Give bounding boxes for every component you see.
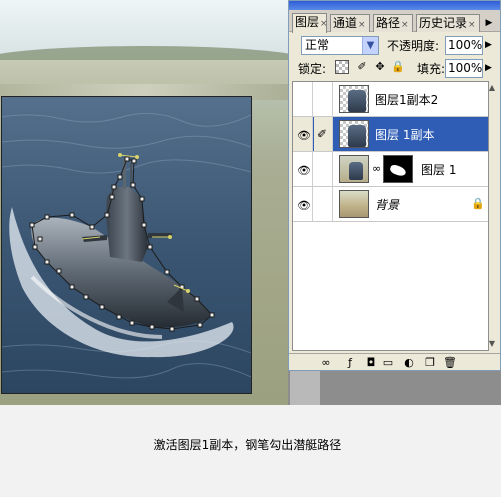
trash-icon[interactable]: 🗑 — [443, 356, 457, 369]
layers-panel-footer: ∞ ƒ ◘ ▭ ◐ ❐ 🗑 — [289, 353, 500, 370]
eye-icon: 👁 — [297, 199, 311, 212]
chevron-down-icon[interactable]: ▼ — [362, 37, 378, 54]
blend-mode-row: 正常 ▼ 不透明度: 100% ▶ — [295, 36, 495, 55]
visibility-toggle[interactable]: 👁 — [293, 152, 313, 186]
lock-brush-icon[interactable]: ✐ — [355, 60, 369, 74]
new-layer-icon[interactable]: ❐ — [423, 356, 437, 369]
submarine-photo-layer[interactable] — [2, 97, 251, 393]
layer-name: 图层1副本2 — [375, 93, 439, 107]
panel-title-strip[interactable] — [289, 1, 500, 10]
layer-name: 背景 — [375, 198, 400, 212]
layer-style-icon[interactable]: ƒ — [343, 356, 357, 369]
eye-icon: 👁 — [297, 164, 311, 177]
lock-label: 锁定: — [298, 62, 327, 76]
visibility-toggle[interactable]: 👁 — [293, 117, 313, 151]
layer-link-cell[interactable] — [314, 82, 333, 116]
caption-text: 激活图层1副本，钢笔勾出潜艇路径 — [0, 436, 501, 453]
fill-slider-arrow-icon[interactable]: ▶ — [485, 63, 492, 73]
tab-channels-label: 通道 — [333, 16, 358, 30]
close-icon[interactable]: × — [468, 20, 476, 30]
layer-row-copy[interactable]: 👁 ✐ 图层 1副本 — [293, 117, 488, 152]
tab-channels[interactable]: 通道× — [330, 14, 370, 32]
tab-history-label: 历史记录 — [419, 16, 468, 30]
close-icon[interactable]: × — [358, 20, 366, 30]
blend-mode-select[interactable]: 正常 ▼ — [301, 36, 379, 55]
layer-name: 图层 1 — [421, 163, 457, 177]
lock-icon: 🔒 — [471, 197, 485, 210]
link-layers-icon[interactable]: ∞ — [319, 356, 333, 369]
fill-label: 填充: — [417, 62, 446, 76]
close-icon[interactable]: × — [320, 19, 328, 29]
caption-label: 激活图层1副本，钢笔勾出潜艇路径 — [153, 438, 342, 452]
panel-tab-bar: 图层× 通道× 路径× 历史记录× ▶ — [289, 10, 500, 33]
tab-layers[interactable]: 图层× — [292, 13, 328, 33]
opacity-label: 不透明度: — [387, 39, 440, 53]
layer-list: 图层1副本2 👁 ✐ 图层 1副本 👁 ∞ 图层 1 👁 背景 🔒 — [292, 81, 489, 351]
tab-layers-label: 图层 — [295, 15, 320, 29]
scroll-up-icon[interactable]: ▲ — [486, 83, 498, 93]
layer-link-cell[interactable] — [314, 187, 333, 221]
lock-move-icon[interactable]: ✥ — [373, 60, 387, 74]
document-canvas[interactable] — [0, 0, 290, 405]
eye-icon: 👁 — [297, 129, 311, 142]
lock-transparency-icon[interactable] — [335, 60, 349, 74]
chain-icon[interactable]: ∞ — [372, 162, 381, 175]
layer-row-copy-2[interactable]: 图层1副本2 — [293, 82, 488, 117]
blend-mode-value: 正常 — [305, 38, 330, 52]
layer-thumbnail — [339, 155, 369, 183]
layer-link-cell[interactable] — [314, 152, 333, 186]
layer-row-1[interactable]: 👁 ∞ 图层 1 — [293, 152, 488, 187]
visibility-toggle[interactable] — [293, 82, 313, 116]
opacity-input[interactable]: 100% — [445, 36, 483, 55]
brush-icon: ✐ — [317, 127, 328, 141]
new-group-icon[interactable]: ▭ — [381, 356, 395, 369]
layer-row-background[interactable]: 👁 背景 🔒 — [293, 187, 488, 222]
layers-panel: 图层× 通道× 路径× 历史记录× ▶ 正常 ▼ 不透明度: 100% ▶ 锁定… — [288, 0, 501, 371]
lock-row: 锁定: ✐ ✥ 🔒 填充: 100% ▶ — [295, 59, 495, 78]
tab-paths-label: 路径 — [376, 16, 401, 30]
tab-history[interactable]: 历史记录× — [416, 14, 480, 32]
lock-all-icon[interactable]: 🔒 — [391, 60, 405, 74]
visibility-toggle[interactable]: 👁 — [293, 187, 313, 221]
layer-thumbnail — [339, 190, 369, 218]
layer-link-cell[interactable]: ✐ — [314, 117, 333, 151]
add-mask-icon[interactable]: ◘ — [364, 356, 378, 369]
workspace-background-edge — [290, 371, 320, 405]
fill-input[interactable]: 100% — [445, 59, 483, 78]
scroll-down-icon[interactable]: ▼ — [486, 339, 498, 349]
layer-name: 图层 1副本 — [375, 128, 435, 142]
layer-mask-thumbnail[interactable] — [383, 155, 413, 183]
layer-thumbnail — [339, 120, 369, 148]
tab-paths[interactable]: 路径× — [373, 14, 413, 32]
layer-thumbnail — [339, 85, 369, 113]
adjustment-layer-icon[interactable]: ◐ — [402, 356, 416, 369]
close-icon[interactable]: × — [401, 20, 409, 30]
submarine-image — [2, 97, 251, 393]
panel-menu-arrow-icon[interactable]: ▶ — [482, 18, 496, 28]
opacity-slider-arrow-icon[interactable]: ▶ — [485, 40, 492, 50]
